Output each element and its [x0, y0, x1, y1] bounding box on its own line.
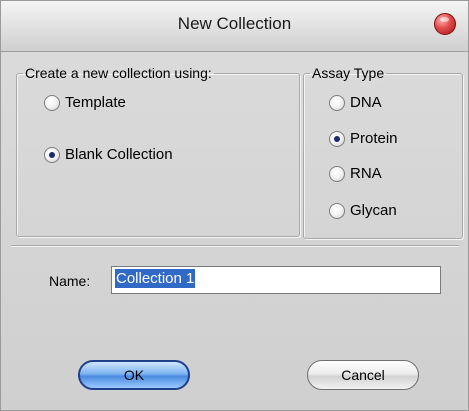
radio-dna-indicator[interactable]	[329, 94, 345, 111]
close-button[interactable]	[434, 13, 456, 35]
radio-rna[interactable]: RNA	[329, 165, 382, 182]
cancel-button[interactable]: Cancel	[307, 360, 419, 390]
name-input-value: Collection 1	[115, 269, 196, 288]
radio-glycan[interactable]: Glycan	[329, 202, 397, 219]
radio-template-indicator[interactable]	[44, 94, 60, 111]
create-collection-legend: Create a new collection using:	[25, 65, 212, 81]
radio-protein-label: Protein	[350, 130, 398, 147]
radio-blank-collection[interactable]: Blank Collection	[44, 146, 173, 163]
title-bar[interactable]: New Collection	[1, 1, 468, 52]
new-collection-dialog: New Collection Create a new collection u…	[0, 0, 469, 411]
radio-dna-label: DNA	[350, 94, 382, 111]
assay-type-legend: Assay Type	[312, 65, 385, 81]
dialog-title: New Collection	[177, 14, 292, 33]
radio-template[interactable]: Template	[44, 94, 126, 111]
section-divider	[11, 245, 459, 246]
radio-protein-indicator[interactable]	[329, 130, 345, 147]
name-label: Name:	[49, 273, 91, 289]
radio-template-label: Template	[65, 94, 126, 111]
ok-button[interactable]: OK	[78, 360, 190, 390]
radio-rna-indicator[interactable]	[329, 165, 345, 182]
radio-rna-label: RNA	[350, 165, 382, 182]
radio-glycan-indicator[interactable]	[329, 202, 345, 219]
radio-blank-collection-label: Blank Collection	[65, 146, 173, 163]
radio-protein[interactable]: Protein	[329, 130, 398, 147]
radio-dna[interactable]: DNA	[329, 94, 382, 111]
radio-glycan-label: Glycan	[350, 202, 397, 219]
radio-blank-collection-indicator[interactable]	[44, 146, 60, 163]
name-input[interactable]: Collection 1	[111, 266, 441, 294]
